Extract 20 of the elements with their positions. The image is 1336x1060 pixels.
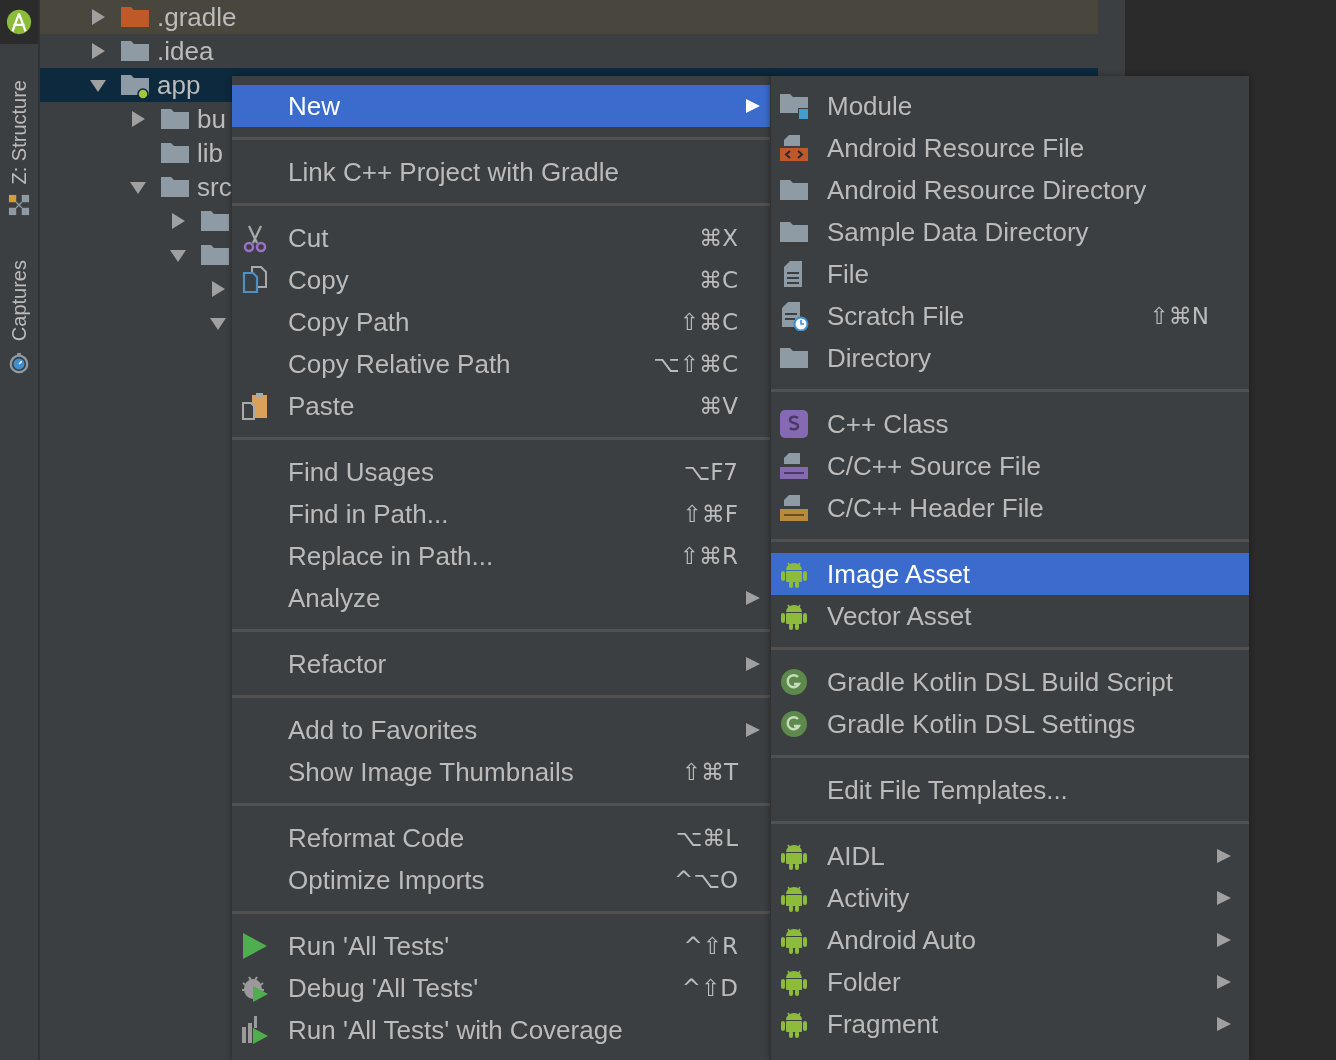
shortcut-label: ⌥⌘L	[675, 825, 738, 851]
shortcut-label: ⇧⌘C	[679, 309, 738, 335]
shortcut-label: ^⌥O	[674, 867, 738, 893]
shortcut-label: ⌘C	[698, 267, 738, 293]
tree-label: .idea	[157, 35, 214, 67]
tree-label: .gradle	[157, 1, 237, 33]
shortcut-label: ⌥F7	[683, 459, 738, 485]
shortcut-label: ^⇧D	[681, 975, 738, 1001]
shortcut-label: ⌥⇧⌘C	[653, 351, 738, 377]
shortcut-label: ⌘V	[699, 393, 738, 419]
shortcut-label: ^⇧R	[683, 933, 738, 959]
shortcut-label: ⇧⌘F	[682, 501, 738, 527]
tree-label: app	[157, 69, 201, 101]
shortcut-label: ⇧⌘N	[1149, 303, 1209, 329]
shortcut-label: ⌘X	[699, 225, 738, 251]
tree-label: src	[197, 171, 232, 203]
tree-label: bu	[197, 103, 226, 135]
shortcut-label: ⇧⌘R	[679, 543, 738, 569]
tree-label: lib	[197, 137, 223, 169]
shortcut-label: ⇧⌘T	[681, 759, 738, 785]
